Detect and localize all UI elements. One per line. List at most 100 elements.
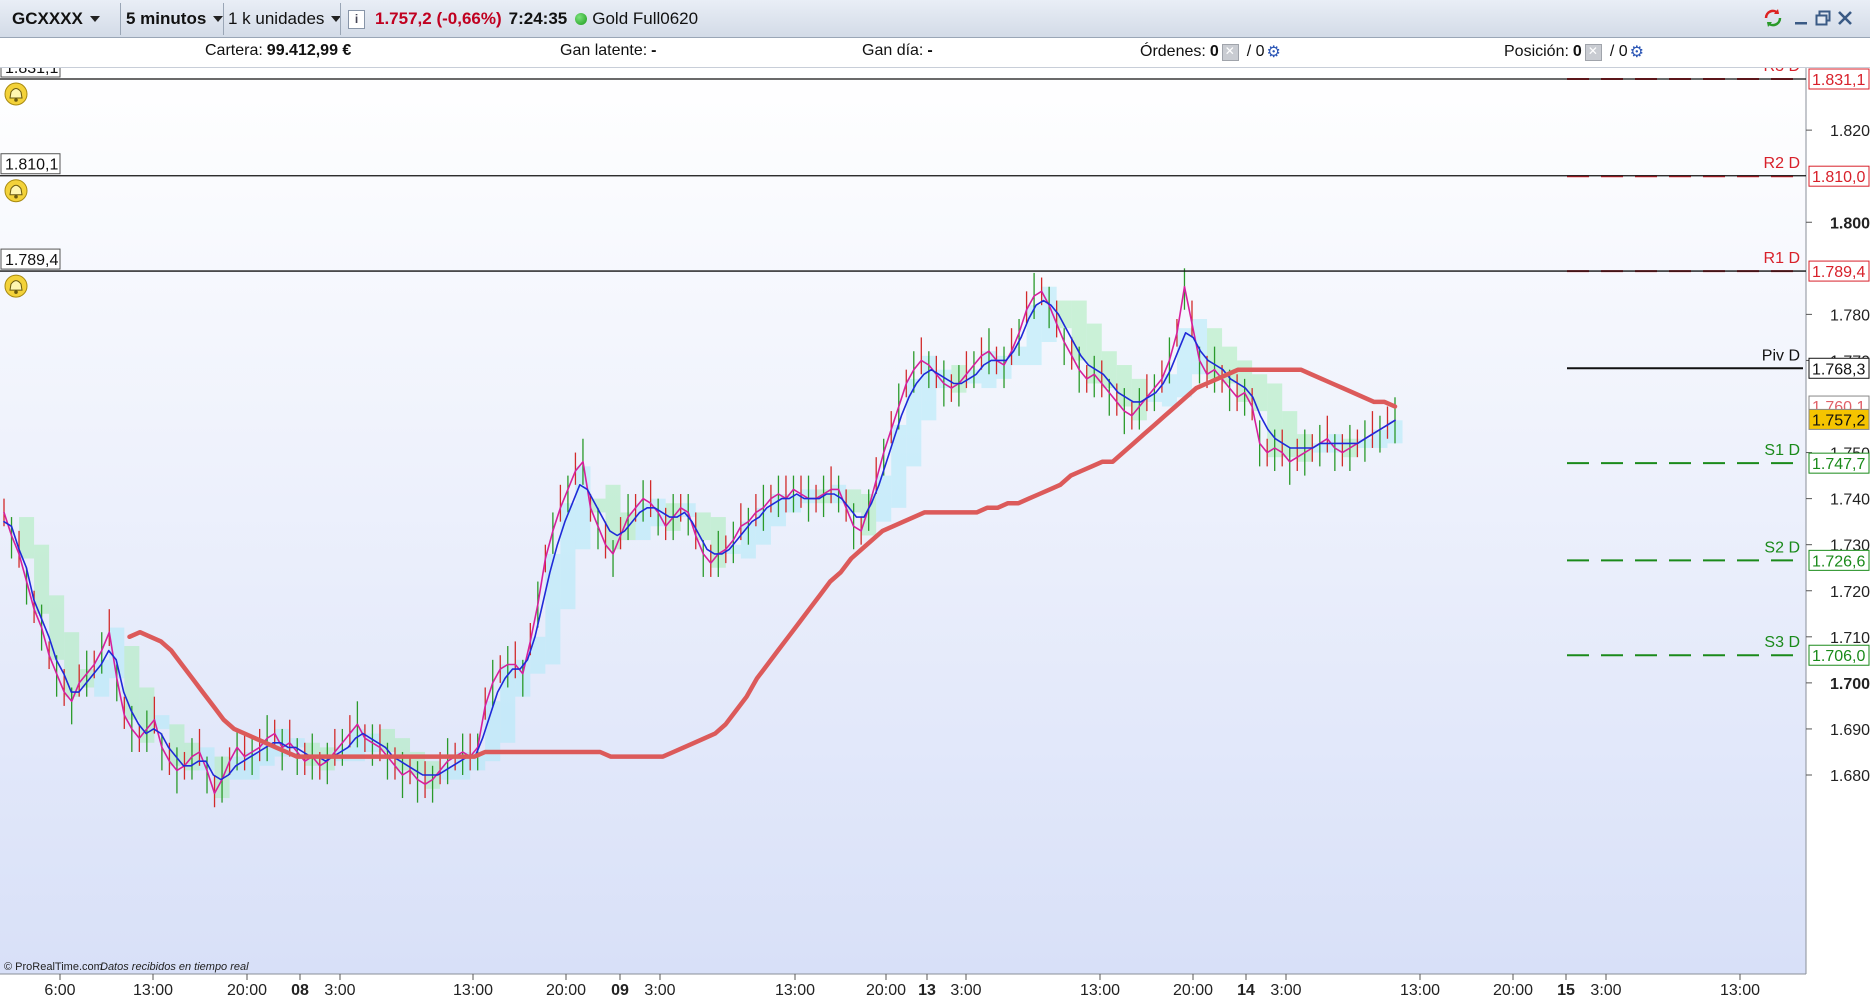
timeframe-label: 5 minutos	[126, 9, 207, 28]
gear-icon[interactable]: ⚙	[1267, 42, 1281, 62]
pivot-name: S1 D	[1764, 442, 1800, 459]
account-infobar: Cartera: 99.412,99 € Gan latente: - Gan …	[0, 38, 1870, 68]
x-tick-label: 13:00	[775, 982, 815, 999]
x-tick-label: 6:00	[44, 982, 75, 999]
gan-dia-label: Gan día:	[862, 42, 924, 59]
x-tick-label: 09	[611, 982, 629, 999]
gan-latente-value: -	[651, 42, 657, 59]
instrument-name: Gold Full0620	[592, 9, 699, 28]
bell-icon-clapper	[14, 98, 18, 102]
pivot-name: R1 D	[1764, 250, 1800, 267]
instrument-status: Gold Full0620	[575, 9, 698, 29]
y-tick-label: 1.720	[1830, 584, 1870, 601]
y-tick-label: 1.740	[1830, 492, 1870, 509]
last-price: 1.757,2 (-0,66%)	[375, 9, 502, 28]
cloud-segment	[19, 517, 35, 559]
chevron-down-icon	[213, 16, 224, 22]
chevron-down-icon	[89, 16, 100, 22]
pivot-value: 1.789,4	[1812, 264, 1865, 281]
price-axis-background	[1806, 68, 1870, 974]
x-tick-label: 3:00	[1270, 982, 1301, 999]
cancel-orders-icon[interactable]	[1221, 43, 1239, 61]
bell-icon-clapper	[14, 194, 18, 199]
price-chart[interactable]: 1.6801.6901.7001.7101.7201.7301.7401.750…	[0, 68, 1870, 1000]
x-tick-label: 13:00	[453, 982, 493, 999]
posicion-total: / 0	[1609, 43, 1628, 60]
y-tick-label: 1.820	[1830, 123, 1870, 140]
x-tick-label: 15	[1557, 982, 1575, 999]
x-tick-label: 3:00	[324, 982, 355, 999]
ordenes-value: 0	[1209, 43, 1219, 60]
x-tick-label: 13:00	[133, 982, 173, 999]
alert-label: 1.810,1	[5, 157, 58, 174]
gan-latente-label: Gan latente:	[560, 42, 648, 59]
gan-latente-field: Gan latente: -	[560, 42, 657, 60]
pivot-name: Piv D	[1762, 347, 1800, 364]
quote-info: i 1.757,2 (-0,66%) 7:24:35 Gold Full0620	[348, 5, 698, 33]
x-tick-label: 13	[918, 982, 936, 999]
price-tags: 1.760,11.757,2	[1808, 395, 1870, 430]
bell-icon[interactable]	[4, 179, 28, 203]
alert-label: 1.789,4	[5, 252, 58, 269]
divider	[120, 3, 121, 35]
cloud-segment	[891, 424, 907, 508]
y-tick-label: 1.800	[1830, 215, 1870, 232]
bell-icon[interactable]	[4, 274, 28, 298]
x-tick-label: 14	[1237, 982, 1255, 999]
symbol-selector[interactable]: GCXXXX	[12, 5, 100, 33]
toolbar: GCXXXX 5 minutos 1 k unidades i 1.757,2 …	[0, 0, 1870, 38]
posicion-value: 0	[1572, 43, 1582, 60]
pivot-value: 1.747,7	[1812, 456, 1865, 473]
cloud-segment	[34, 544, 50, 614]
pivot-value: 1.810,0	[1812, 169, 1865, 186]
x-tick-label: 20:00	[227, 982, 267, 999]
minimize-icon[interactable]	[1790, 6, 1812, 30]
bell-icon[interactable]	[4, 82, 28, 106]
cartera-field: Cartera: 99.412,99 €	[205, 42, 351, 60]
price-tag-value: 1.757,2	[1812, 412, 1865, 429]
divider	[340, 3, 341, 35]
gan-dia-field: Gan día: -	[862, 42, 933, 60]
posicion-label: Posición:	[1504, 43, 1569, 60]
pivot-name: R3 D	[1764, 68, 1800, 75]
x-tick-label: 20:00	[866, 982, 906, 999]
y-tick-label: 1.680	[1830, 768, 1870, 785]
pivot-value: 1.831,1	[1812, 72, 1865, 89]
refresh-icon[interactable]	[1762, 6, 1784, 30]
cloud-segment	[1252, 374, 1268, 412]
x-tick-label: 13:00	[1720, 982, 1760, 999]
ordenes-field: Órdenes: 0 / 0 ⚙	[1140, 42, 1281, 62]
cloud-segment	[545, 553, 561, 665]
alert-label: 1.831,1	[5, 68, 58, 77]
units-label: 1 k unidades	[228, 9, 325, 28]
x-tick-label: 20:00	[1493, 982, 1533, 999]
cartera-value: 99.412,99 €	[266, 42, 352, 59]
y-tick-label: 1.690	[1830, 722, 1870, 739]
cloud-segment	[49, 595, 65, 660]
close-position-icon[interactable]	[1584, 43, 1602, 61]
restore-icon[interactable]	[1812, 6, 1834, 30]
cloud-segment	[695, 512, 711, 541]
x-tick-label: 20:00	[546, 982, 586, 999]
pivot-value: 1.726,6	[1812, 553, 1865, 570]
divider	[223, 3, 224, 35]
close-icon[interactable]	[1834, 6, 1856, 30]
pivot-value: 1.768,3	[1812, 361, 1865, 378]
x-tick-label: 13:00	[1080, 982, 1120, 999]
x-tick-label: 3:00	[950, 982, 981, 999]
x-tick-label: 3:00	[644, 982, 675, 999]
timeframe-selector[interactable]: 5 minutos	[126, 5, 224, 33]
bell-icon-clapper	[14, 290, 18, 294]
ordenes-total: / 0	[1246, 43, 1265, 60]
posicion-field: Posición: 0 / 0 ⚙	[1504, 42, 1644, 62]
gan-dia-value: -	[927, 42, 933, 59]
info-icon[interactable]: i	[348, 9, 365, 29]
pivot-name: R2 D	[1764, 155, 1800, 172]
x-tick-label: 08	[291, 982, 309, 999]
units-selector[interactable]: 1 k unidades	[228, 5, 342, 33]
quote-time: 7:24:35	[508, 9, 568, 28]
gear-icon[interactable]: ⚙	[1630, 42, 1644, 62]
status-dot-icon	[575, 13, 588, 25]
footer-status: Datos recibidos en tiempo real	[100, 961, 249, 973]
pivot-value: 1.706,0	[1812, 648, 1865, 665]
